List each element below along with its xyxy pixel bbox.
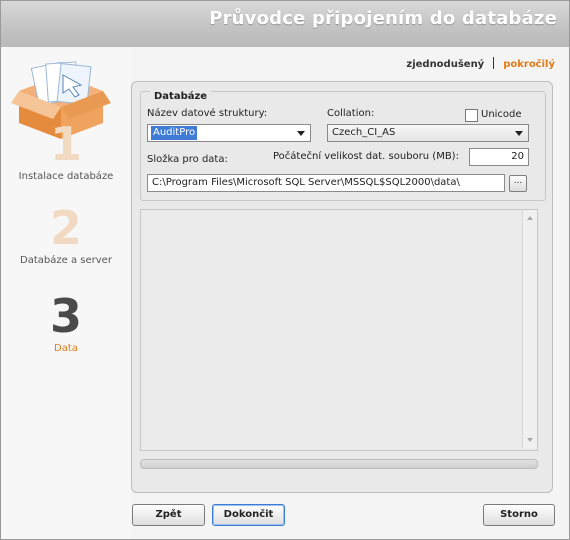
step-3-label: Data (54, 343, 78, 354)
database-group-legend: Databáze (150, 91, 212, 102)
browse-button[interactable]: ... (509, 175, 527, 192)
initial-size-input[interactable]: 20 (469, 148, 529, 166)
data-folder-input[interactable]: C:\Program Files\Microsoft SQL Server\MS… (147, 174, 505, 192)
database-group: Databáze Název datové struktury: AuditPr… (140, 91, 546, 201)
unicode-label: Unicode (481, 109, 522, 120)
step-1: 1 Instalace databáze (1, 119, 131, 182)
step-1-label: Instalace databáze (18, 171, 114, 182)
step-3: 3 Data (1, 291, 131, 354)
collation-label: Collation: (327, 108, 375, 119)
collation-combo[interactable]: Czech_CI_AS (327, 124, 529, 142)
chevron-down-icon (297, 131, 305, 136)
scroll-down-icon[interactable] (527, 438, 533, 442)
window-title: Průvodce připojením do databáze (209, 8, 557, 29)
wizard-window: Průvodce připojením do databáze 1 Instal… (0, 0, 570, 540)
step-2-label: Databáze a server (20, 255, 112, 266)
header-bar: Průvodce připojením do databáze (1, 1, 569, 47)
scroll-up-icon[interactable] (527, 216, 533, 220)
log-vertical-scrollbar[interactable] (522, 210, 537, 448)
steps-sidebar: 1 Instalace databáze 2 Databáze a server… (1, 47, 131, 539)
mode-switch: zjednodušený pokročilý (406, 57, 555, 70)
data-folder-label: Složka pro data: (147, 154, 228, 165)
chevron-down-icon (515, 131, 523, 136)
output-log (140, 209, 538, 451)
mode-advanced-link[interactable]: pokročilý (503, 59, 555, 70)
step-1-number: 1 (49, 117, 82, 171)
mode-simple-link[interactable]: zjednodušený (406, 59, 484, 70)
back-button[interactable]: Zpět (132, 504, 205, 526)
collation-value: Czech_CI_AS (332, 127, 396, 138)
step-2-number: 2 (49, 201, 82, 255)
content-panel: Databáze Název datové struktury: AuditPr… (131, 81, 553, 493)
mode-separator (493, 57, 495, 69)
structure-name-label: Název datové struktury: (147, 108, 268, 119)
structure-name-value: AuditPro (151, 126, 198, 140)
step-3-number: 3 (49, 289, 82, 343)
step-2: 2 Databáze a server (1, 203, 131, 266)
structure-name-combo[interactable]: AuditPro (147, 124, 311, 142)
log-horizontal-scrollbar[interactable] (140, 459, 538, 469)
finish-button[interactable]: Dokončit (212, 504, 285, 526)
cancel-button[interactable]: Storno (483, 504, 555, 526)
unicode-checkbox[interactable] (465, 109, 478, 122)
initial-size-label: Počáteční velikost dat. souboru (MB): (273, 151, 459, 162)
